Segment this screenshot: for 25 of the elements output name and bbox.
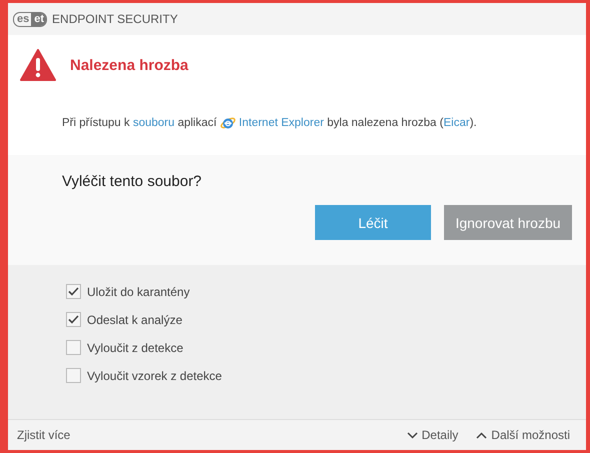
logo: es et <box>13 12 48 26</box>
chevron-down-icon <box>406 432 418 438</box>
learn-more-link[interactable]: Zjistit více <box>17 428 70 442</box>
window-title: ENDPOINT SECURITY <box>52 12 178 26</box>
option-label: Vyloučit vzorek z detekce <box>87 368 222 382</box>
option-label: Vyloučit z detekce <box>87 340 184 354</box>
text-link[interactable]: souboru <box>132 117 175 129</box>
ignore-button[interactable]: Ignorovat hrozbu <box>444 205 572 240</box>
text-link[interactable]: Eicar <box>443 117 470 129</box>
checkbox[interactable] <box>66 284 81 299</box>
app-link[interactable]: Internet Explorer <box>220 115 324 131</box>
clean-button[interactable]: Léčit <box>315 205 431 240</box>
chevron-up-icon <box>476 432 488 438</box>
option-label: Odeslat k analýze <box>87 312 182 326</box>
alert-message: Při přístupu k souboru aplikací Internet Explorer byla nalezena hrozba (Eicar). <box>62 115 478 131</box>
browser-icon <box>220 115 236 131</box>
option-label: Uložit do karantény <box>87 284 190 298</box>
alert-heading: Nalezena hrozba <box>70 56 188 74</box>
expand-toggle[interactable]: Další možnosti <box>476 428 570 442</box>
checkbox[interactable] <box>66 312 81 327</box>
checkbox[interactable] <box>66 340 81 355</box>
warning-icon <box>20 49 56 81</box>
expand-toggle[interactable]: Detaily <box>406 428 458 442</box>
question-text: Vyléčit tento soubor? <box>62 173 203 190</box>
checkbox[interactable] <box>66 368 81 383</box>
